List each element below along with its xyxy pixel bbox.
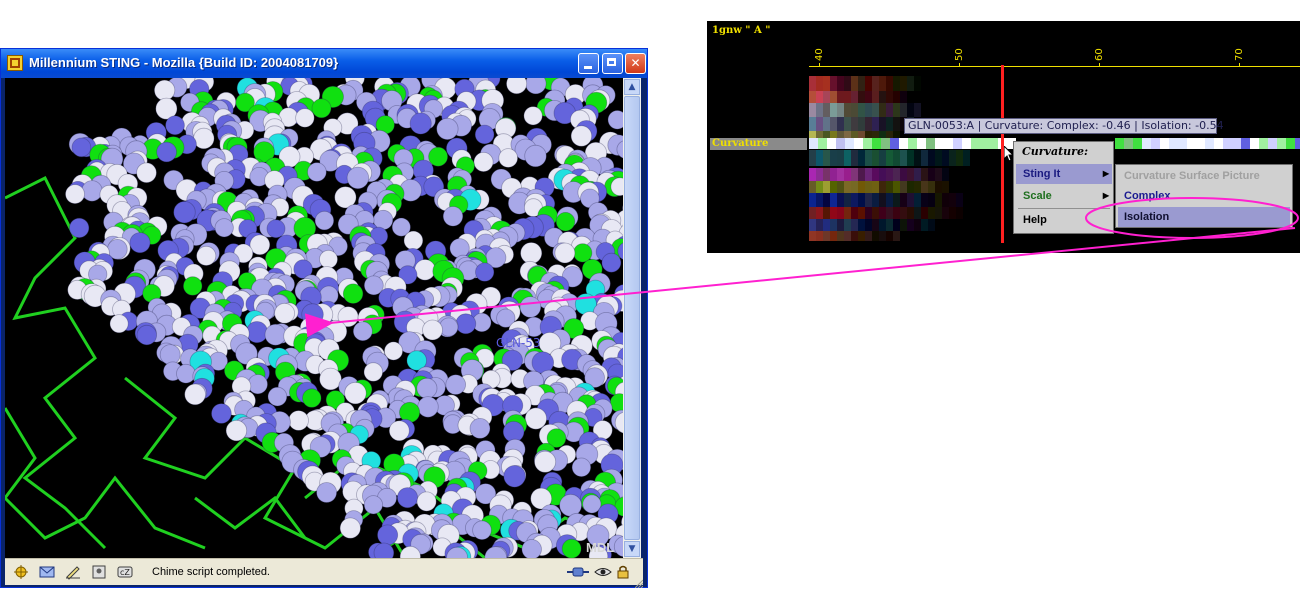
annotation-ellipse bbox=[1085, 197, 1299, 239]
annotation-arrow bbox=[304, 227, 1296, 338]
annotation-overlay bbox=[304, 197, 1299, 338]
